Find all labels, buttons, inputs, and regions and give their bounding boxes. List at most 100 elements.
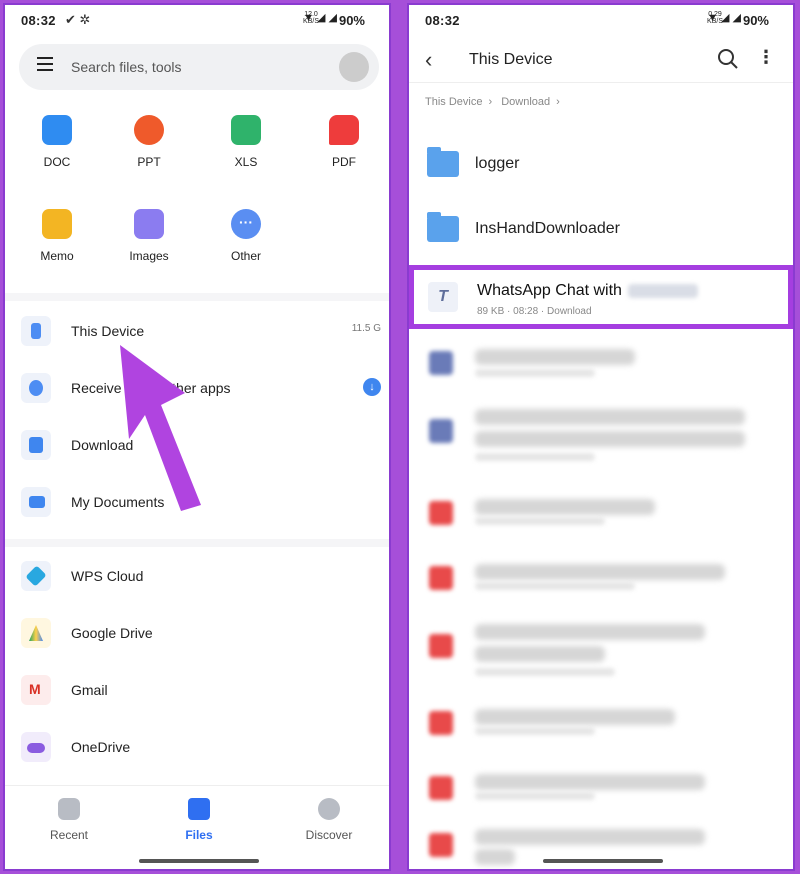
tile-ppt[interactable]: PPT <box>109 115 189 169</box>
search-icon[interactable] <box>717 48 739 70</box>
blurred-file-row[interactable] <box>409 760 793 820</box>
divider <box>5 293 389 301</box>
nav-discover[interactable]: Discover <box>289 798 369 842</box>
tile-label: Other <box>230 249 261 263</box>
file-name-text: WhatsApp Chat with <box>477 282 622 299</box>
text-file-icon: T <box>428 282 458 312</box>
recent-icon <box>58 798 80 820</box>
wps-cloud-icon <box>21 561 51 591</box>
tile-label: DOC <box>43 155 71 169</box>
home-indicator <box>543 859 663 863</box>
this-device-screen: 08:32 0.29 KB/S ▼ ◢ ◢ 90% ‹ This Device … <box>407 3 795 871</box>
blurred-file-name <box>475 624 705 640</box>
tile-label: Images <box>129 249 169 263</box>
folder-icon <box>427 147 459 177</box>
blurred-file-meta <box>475 453 595 461</box>
compass-icon <box>318 798 340 820</box>
blurred-file-name <box>475 849 515 865</box>
folder-row[interactable]: logger <box>409 133 793 197</box>
back-icon[interactable]: ‹ <box>425 47 432 73</box>
annotation-arrow-icon <box>120 345 201 511</box>
search-placeholder[interactable]: Search files, tools <box>71 59 182 75</box>
search-bar[interactable]: Search files, tools <box>19 44 379 90</box>
cloud-onedrive[interactable]: OneDrive <box>21 728 381 768</box>
tile-pdf[interactable]: PDF <box>304 115 384 169</box>
files-icon <box>188 798 210 820</box>
nav-files[interactable]: Files <box>159 798 239 842</box>
cloud-wps[interactable]: WPS Cloud <box>21 557 381 597</box>
doc-icon <box>42 115 72 145</box>
blurred-file-name <box>475 431 745 447</box>
blurred-file-name <box>475 564 725 580</box>
breadcrumb-item[interactable]: Download <box>501 96 550 108</box>
blurred-file-name <box>475 499 655 515</box>
blurred-file-row[interactable] <box>409 335 793 395</box>
pdf-file-icon <box>429 776 453 800</box>
battery-level: 90% <box>742 13 769 28</box>
blurred-file-row[interactable] <box>409 485 793 545</box>
phone-icon <box>21 316 51 346</box>
avatar[interactable] <box>339 52 369 82</box>
file-icon <box>429 419 453 443</box>
blurred-file-meta <box>475 668 615 676</box>
signal-icon: ▼ ◢ ◢ <box>303 12 337 24</box>
blurred-file-row[interactable] <box>409 550 793 610</box>
tile-xls[interactable]: XLS <box>206 115 286 169</box>
files-home-screen: 08:32 ✔ ✲ 12.0 KB/S ▼ ◢ ◢ 90% Search fil… <box>3 3 391 871</box>
battery-level: 90% <box>338 13 365 28</box>
cloud-google-drive[interactable]: Google Drive <box>21 614 381 654</box>
pdf-file-icon <box>429 833 453 857</box>
breadcrumb-item[interactable]: This Device <box>425 96 482 108</box>
blurred-file-meta <box>475 517 605 525</box>
blurred-file-row[interactable] <box>409 395 793 461</box>
tile-label: XLS <box>234 155 258 169</box>
blurred-file-name <box>475 709 675 725</box>
folder-icon <box>21 487 51 517</box>
cloud-label: Google Drive <box>71 625 153 641</box>
download-badge-icon: ↓ <box>363 378 381 396</box>
tile-memo[interactable]: Memo <box>17 209 97 263</box>
tile-images[interactable]: Images <box>109 209 189 263</box>
folder-row[interactable]: InsHandDownloader <box>409 198 793 262</box>
other-icon: ··· <box>231 209 261 239</box>
tile-other[interactable]: ··· Other <box>206 209 286 263</box>
more-options-icon[interactable]: ⋮ <box>757 47 775 68</box>
blurred-file-name <box>475 774 705 790</box>
signal-icon: ▼ ◢ ◢ <box>707 12 741 24</box>
cloud-label: OneDrive <box>71 739 131 755</box>
onedrive-icon <box>21 732 51 762</box>
status-bar: 08:32 0.29 KB/S ▼ ◢ ◢ 90% <box>409 5 793 37</box>
pdf-file-icon <box>429 566 453 590</box>
blurred-file-name <box>475 349 635 365</box>
blurred-file-meta <box>475 582 635 590</box>
gmail-icon: M <box>21 675 51 705</box>
download-icon <box>21 430 51 460</box>
highlighted-file-row[interactable]: T WhatsApp Chat with 89 KB · 08:28 · Dow… <box>409 265 793 329</box>
nav-recent[interactable]: Recent <box>29 798 109 842</box>
satellite-icon <box>21 373 51 403</box>
blurred-file-name <box>475 646 605 662</box>
hamburger-menu-icon[interactable] <box>37 57 53 71</box>
nav-label: Files <box>185 828 213 842</box>
breadcrumb: This Device › Download › <box>425 96 560 108</box>
bottom-nav: Recent Files Discover <box>5 785 389 869</box>
folder-name: logger <box>475 155 520 172</box>
file-meta: 89 KB · 08:28 · Download <box>477 306 592 317</box>
status-notification-icons: ✔ ✲ <box>65 12 91 27</box>
status-bar: 08:32 ✔ ✲ 12.0 KB/S ▼ ◢ ◢ 90% <box>5 5 389 37</box>
google-drive-icon <box>21 618 51 648</box>
tile-label: Memo <box>40 249 74 263</box>
pdf-icon <box>329 115 359 145</box>
tile-doc[interactable]: DOC <box>17 115 97 169</box>
blurred-file-row[interactable] <box>409 610 793 676</box>
page-title: This Device <box>469 51 553 68</box>
xls-icon <box>231 115 261 145</box>
cloud-gmail[interactable]: M Gmail <box>21 671 381 711</box>
nav-label: Discover <box>305 828 353 842</box>
status-time: 08:32 <box>425 13 460 28</box>
blurred-file-row[interactable] <box>409 695 793 755</box>
cloud-label: Gmail <box>71 682 108 698</box>
cloud-label: WPS Cloud <box>71 568 144 584</box>
tile-label: PDF <box>332 155 356 169</box>
blurred-file-name <box>475 409 745 425</box>
